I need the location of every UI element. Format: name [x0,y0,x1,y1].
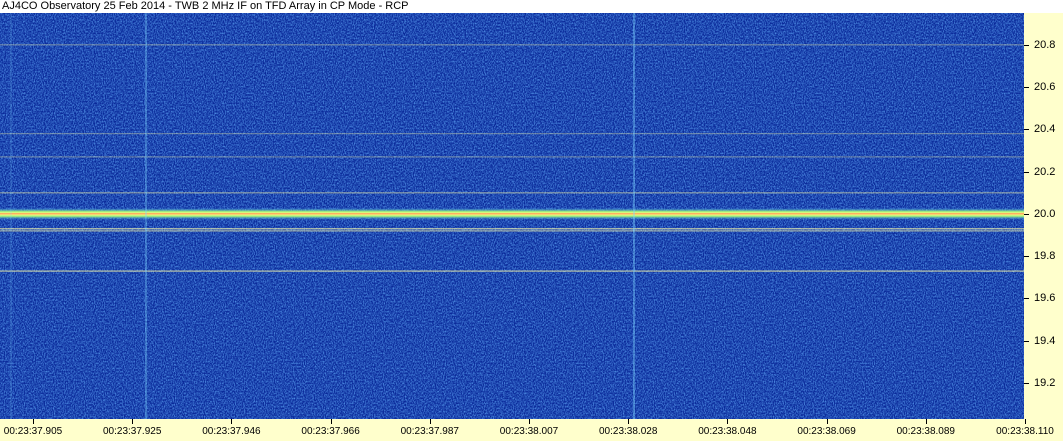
spectrogram-plot [0,13,1024,419]
x-tick-label: 00:23:38.048 [698,426,757,437]
chart-title: AJ4CO Observatory 25 Feb 2014 - TWB 2 MH… [2,0,409,12]
x-tick-mark [33,419,34,424]
x-tick-mark [826,419,828,424]
carrier-line [0,192,1024,194]
y-tick-label: 19.6 [1034,292,1056,305]
carrier-band [0,207,1024,220]
y-tick-label: 19.2 [1034,377,1056,390]
y-tick-label: 20.2 [1034,165,1056,178]
vertical-streak [10,13,12,419]
y-tick-label: 20.8 [1034,38,1056,51]
carrier-line [0,156,1024,158]
x-tick-label: 00:23:38.007 [499,426,559,437]
y-tick-mark [1024,44,1029,46]
y-tick-mark [1024,171,1029,173]
y-tick-mark [1024,87,1029,88]
x-tick-label: 00:23:37.966 [301,426,360,437]
y-tick-mark [1024,256,1029,258]
y-tick-mark [1024,129,1029,131]
x-tick-mark [1025,419,1026,424]
time-axis: 00:23:37.905 00:23:37.925 00:23:37.946 00:2… [0,419,1063,441]
vertical-streak [145,13,147,419]
y-tick-mark [1024,213,1029,215]
x-tick-mark [925,419,927,424]
x-tick-label: 00:23:38.089 [896,426,955,437]
spectrogram-svg [0,13,1024,419]
x-tick-label: 00:23:37.987 [400,426,459,437]
carrier-line [0,228,1024,230]
carrier-line [0,44,1024,46]
x-tick-mark [330,419,332,424]
x-tick-mark [132,419,134,424]
y-tick-label: 19.4 [1034,334,1056,347]
x-tick-mark [727,419,729,424]
x-tick-label: 00:23:37.946 [202,426,261,437]
carrier-line [0,133,1024,135]
x-tick-mark [628,419,630,424]
frequency-axis: 19.2 19.4 19.6 19.8 20.0 20.2 20.4 20.6 20.8 [1024,13,1063,419]
x-tick-mark [529,419,530,424]
y-tick-label: 20.4 [1034,123,1056,136]
x-tick-mark [429,419,431,424]
y-tick-mark [1024,340,1029,342]
vertical-streak [633,13,635,419]
y-tick-label: 20.0 [1034,207,1056,220]
x-tick-label: 00:23:38.028 [598,426,658,437]
y-tick-label: 20.6 [1034,81,1056,93]
title-bar: AJ4CO Observatory 25 Feb 2014 - TWB 2 MH… [0,0,1063,13]
y-tick-mark [1024,383,1029,385]
x-tick-label: 00:23:37.905 [3,426,63,437]
x-tick-label: 00:23:38.110 [996,426,1054,437]
x-tick-mark [231,419,233,424]
y-tick-mark [1024,298,1029,300]
x-tick-label: 00:23:37.925 [102,426,162,437]
y-tick-label: 19.8 [1034,250,1056,263]
carrier-line [0,270,1024,272]
x-tick-label: 00:23:38.069 [797,426,856,437]
carrier-line [0,230,1024,232]
